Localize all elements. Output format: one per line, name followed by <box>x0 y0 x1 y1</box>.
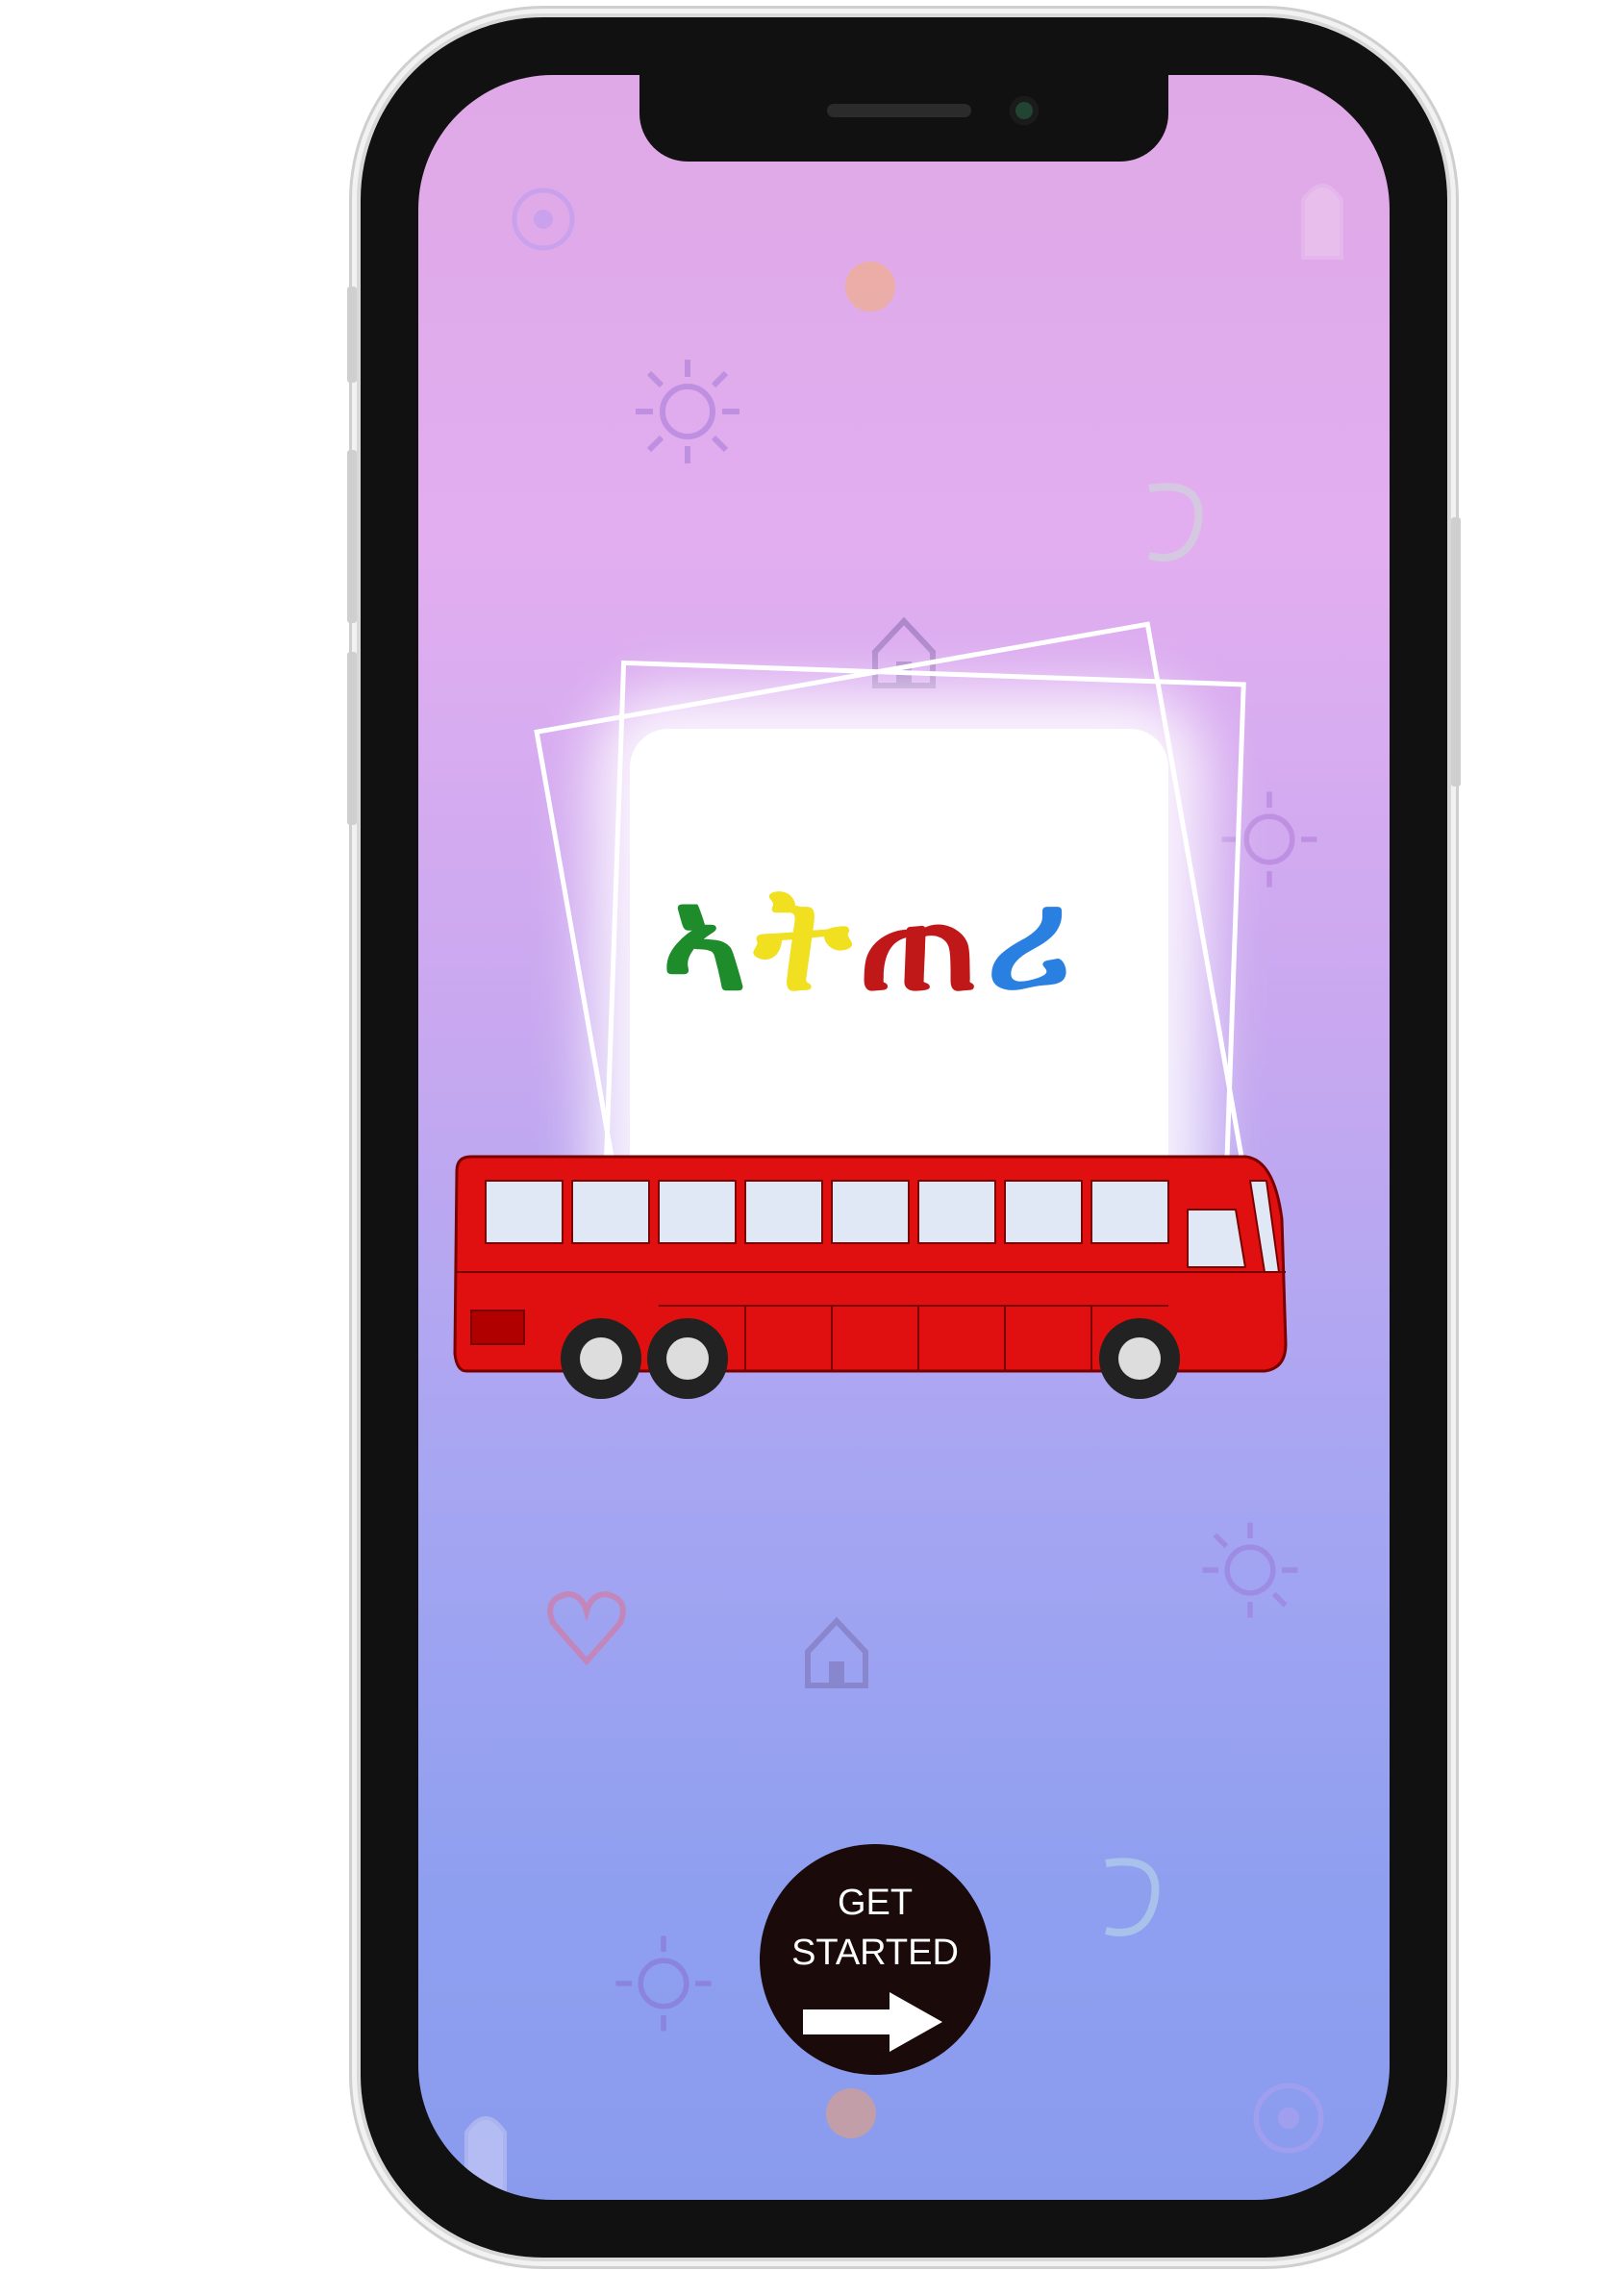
ghost-icon <box>1301 184 1343 260</box>
get-started-label-line1: GET <box>837 1883 914 1923</box>
ghost-icon <box>464 2116 507 2192</box>
flower-icon <box>1253 2083 1324 2154</box>
sun-icon <box>615 1935 712 2032</box>
swirl-icon <box>1105 1858 1160 1936</box>
speaker-grille <box>827 104 971 117</box>
mute-switch <box>347 287 357 383</box>
dot-icon <box>826 2088 876 2138</box>
logo-text: ኣትጠሪ <box>495 854 1245 1026</box>
logo-letter-2: ት <box>754 854 860 1023</box>
flower-icon <box>512 187 575 251</box>
front-camera <box>1010 96 1039 125</box>
volume-down-button <box>347 652 357 825</box>
arrow-right-icon <box>803 1992 942 2052</box>
bus-illustration <box>453 1155 1288 1399</box>
phone-frame: ኣትጠሪ GET STARTED <box>347 17 1461 2258</box>
sun-icon <box>1202 1522 1298 1618</box>
get-started-button[interactable]: GET STARTED <box>760 1844 990 2075</box>
logo-letter-4: ሪ <box>987 854 1079 1023</box>
sun-icon <box>636 360 739 463</box>
power-button <box>1451 517 1461 786</box>
logo-letter-3: ጠ <box>859 854 988 1023</box>
phone-notch <box>639 75 1168 162</box>
heart-icon <box>547 1590 626 1666</box>
app-screen: ኣትጠሪ GET STARTED <box>418 75 1390 2200</box>
dot-icon <box>845 262 895 312</box>
swirl-icon <box>1148 483 1203 562</box>
logo-letter-1: ኣ <box>662 854 755 1023</box>
get-started-label-line2: STARTED <box>791 1933 959 1973</box>
volume-up-button <box>347 450 357 623</box>
house-icon <box>805 1616 868 1688</box>
